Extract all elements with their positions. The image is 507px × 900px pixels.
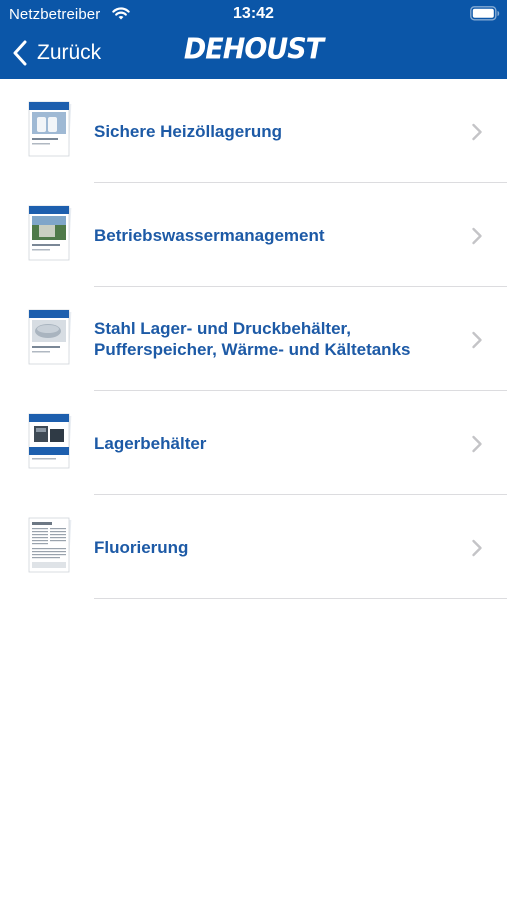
list-item-stahl-behaelter[interactable]: Stahl Lager- und Druckbehälter, Puffersp… bbox=[0, 287, 507, 391]
list-item-label: Lagerbehälter bbox=[94, 433, 207, 453]
list-item-lagerbehaelter[interactable]: Lagerbehälter bbox=[0, 391, 507, 495]
brochure-fluorierung-icon bbox=[28, 517, 72, 573]
top-bar: Netzbetreiber 13:42 Zurück DEHOUST bbox=[0, 0, 507, 79]
chevron-right-icon bbox=[472, 227, 482, 245]
status-bar: Netzbetreiber 13:42 bbox=[0, 0, 507, 28]
list-item-betriebswassermanagement[interactable]: Betriebswassermanagement bbox=[0, 183, 507, 287]
navigation-bar: Zurück DEHOUST bbox=[0, 28, 507, 79]
chevron-right-icon bbox=[472, 331, 482, 349]
list-item-heizoellagerung[interactable]: Sichere Heizöllagerung bbox=[0, 79, 507, 183]
list-item-fluorierung[interactable]: Fluorierung bbox=[0, 495, 507, 599]
brochure-list: Sichere Heizöllagerung Betriebswasserman… bbox=[0, 79, 507, 599]
list-item-label: Sichere Heizöllagerung bbox=[94, 121, 282, 141]
chevron-right-icon bbox=[472, 435, 482, 453]
dehoust-logo: DEHOUST bbox=[183, 33, 324, 66]
chevron-right-icon bbox=[472, 123, 482, 141]
list-item-label: Stahl Lager- und Druckbehälter, Puffersp… bbox=[94, 319, 411, 359]
brochure-heizoel-icon bbox=[28, 101, 72, 157]
brochure-lagerbehaelter-icon bbox=[28, 413, 72, 469]
brochure-stahl-icon bbox=[28, 309, 72, 365]
row-separator bbox=[94, 598, 507, 599]
status-time: 13:42 bbox=[233, 5, 274, 22]
brochure-betriebswasser-icon bbox=[28, 205, 72, 261]
list-item-label: Fluorierung bbox=[94, 537, 189, 557]
battery-icon bbox=[470, 6, 500, 21]
chevron-right-icon bbox=[472, 539, 482, 557]
list-item-label: Betriebswassermanagement bbox=[94, 225, 325, 245]
